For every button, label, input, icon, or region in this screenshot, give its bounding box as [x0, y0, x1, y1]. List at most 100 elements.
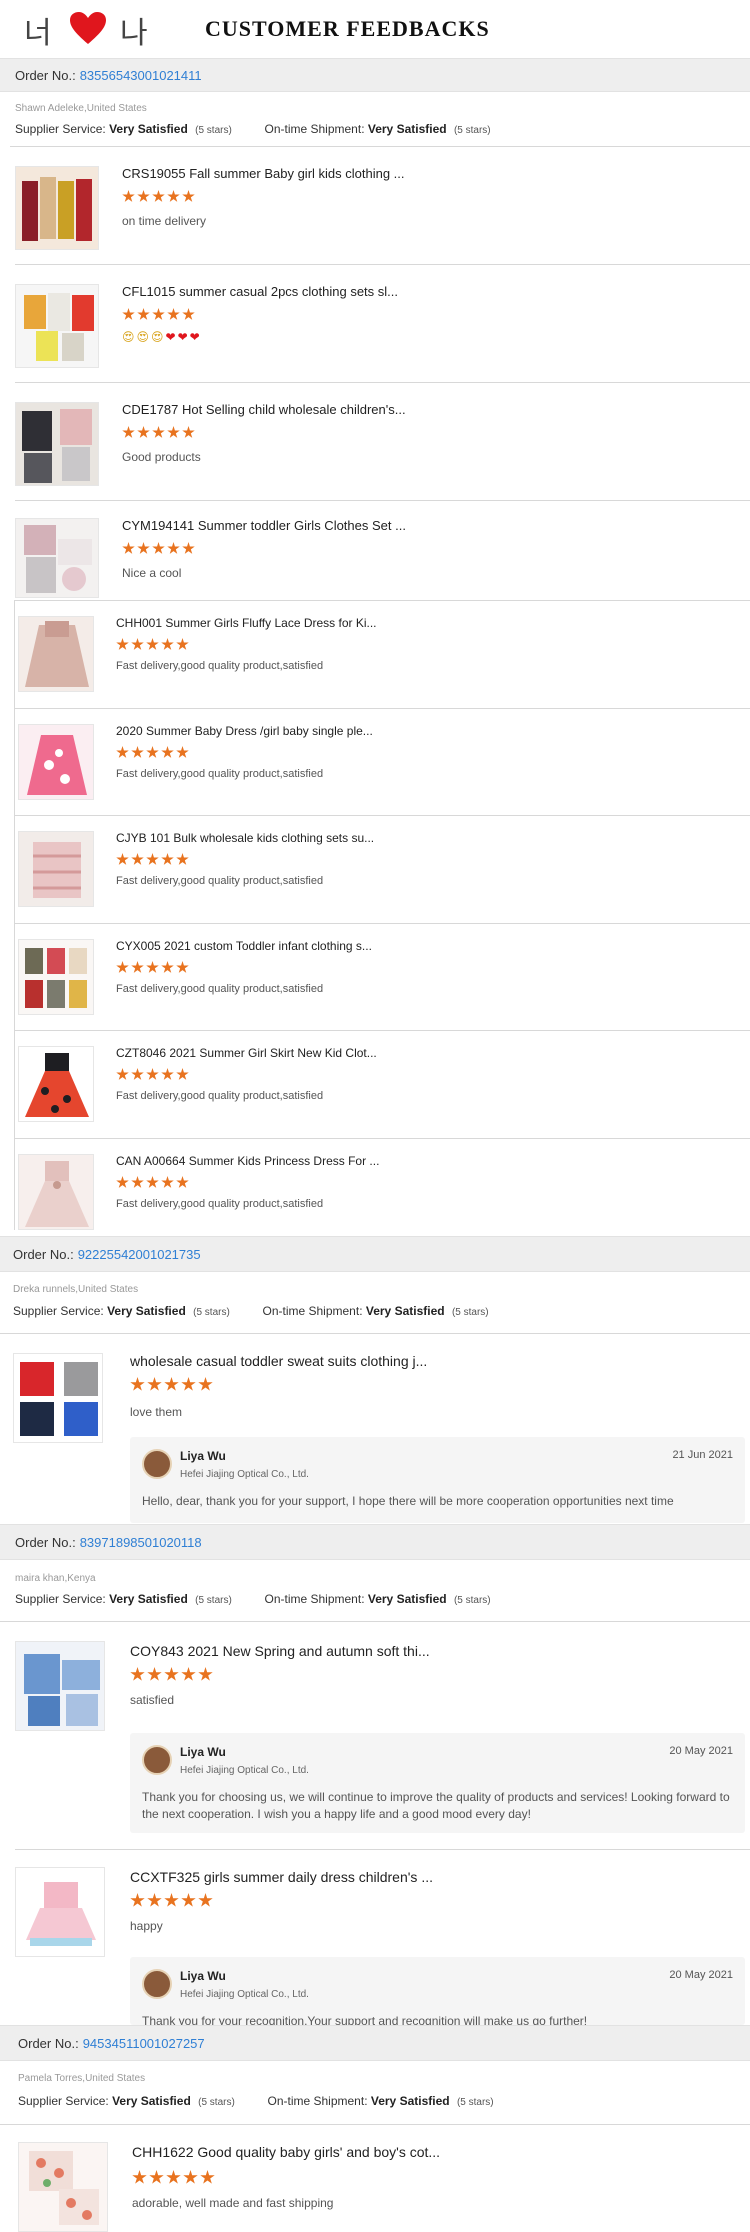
order-number-link[interactable]: 94534511001027257: [83, 2036, 205, 2051]
order-number-link[interactable]: 83971898501020118: [80, 1535, 202, 1550]
star-rating: [130, 1893, 213, 1908]
product-thumbnail[interactable]: [13, 1353, 103, 1443]
supplier-stars-text: (5 stars): [195, 1595, 232, 1606]
product-thumbnail[interactable]: [18, 724, 94, 800]
star-icon: [137, 308, 150, 320]
star-rating: [132, 2170, 215, 2185]
feedback-banner: 너 나 CUSTOMER FEEDBACKS: [0, 0, 750, 58]
product-thumbnail[interactable]: [18, 616, 94, 692]
review-comment: Fast delivery,good quality product,satis…: [116, 768, 324, 780]
star-icon: [167, 426, 180, 438]
reply-company: Hefei Jiajing Optical Co., Ltd.: [180, 1469, 309, 1480]
heart-icon: [70, 12, 106, 44]
product-title[interactable]: COY843 2021 New Spring and autumn soft t…: [130, 1643, 430, 1659]
product-title[interactable]: CHH001 Summer Girls Fluffy Lace Dress fo…: [116, 616, 377, 630]
star-icon: [152, 426, 165, 438]
review-comment: happy: [130, 1919, 163, 1933]
avatar: [142, 1745, 172, 1775]
star-rating: [122, 426, 195, 439]
review-comment: Nice a cool: [122, 566, 182, 580]
star-icon: [131, 853, 144, 865]
star-rating: [116, 853, 189, 866]
product-thumbnail[interactable]: [15, 284, 99, 368]
product-thumbnail[interactable]: [18, 831, 94, 907]
shipment-value: Very Satisfied: [367, 1592, 447, 1606]
star-icon: [176, 1176, 189, 1188]
review-emoji: 😍 😍 😍 ❤ ❤ ❤: [122, 330, 200, 344]
product-title[interactable]: CZT8046 2021 Summer Girl Skirt New Kid C…: [116, 1046, 377, 1060]
order-number-link[interactable]: 83556543001021411: [80, 68, 202, 83]
star-icon: [131, 638, 144, 650]
product-title[interactable]: CFL1015 summer casual 2pcs clothing sets…: [122, 284, 398, 299]
star-icon: [122, 308, 135, 320]
product-title[interactable]: CYX005 2021 custom Toddler infant clothi…: [116, 939, 372, 953]
order-number-link[interactable]: 92225542001021735: [78, 1247, 201, 1262]
clothing-image-icon: [16, 1642, 104, 1730]
star-icon: [167, 190, 180, 202]
product-thumbnail[interactable]: [15, 402, 99, 486]
product-thumbnail[interactable]: [18, 1154, 94, 1230]
shipment-value: Very Satisfied: [365, 1304, 445, 1318]
product-thumbnail[interactable]: [15, 166, 99, 250]
clothing-image-icon: [19, 2143, 107, 2231]
review-item: CJYB 101 Bulk wholesale kids clothing se…: [0, 815, 750, 923]
product-title[interactable]: CAN A00664 Summer Kids Princess Dress Fo…: [116, 1154, 379, 1168]
star-icon: [122, 542, 135, 554]
star-icon: [131, 961, 144, 973]
product-title[interactable]: CHH1622 Good quality baby girls' and boy…: [132, 2144, 440, 2160]
star-icon: [146, 961, 159, 973]
supplier-service-label: Supplier Service:: [13, 1304, 104, 1318]
heart-icon: ❤: [189, 330, 200, 344]
star-rating: [116, 746, 189, 759]
product-title[interactable]: 2020 Summer Baby Dress /girl baby single…: [116, 724, 373, 738]
star-icon: [182, 190, 195, 202]
product-title[interactable]: CYM194141 Summer toddler Girls Clothes S…: [122, 518, 406, 533]
product-thumbnail[interactable]: [18, 1046, 94, 1122]
buyer-name: Shawn Adeleke,United States: [15, 103, 147, 114]
star-icon: [146, 1176, 159, 1188]
star-icon: [161, 853, 174, 865]
product-title[interactable]: CJYB 101 Bulk wholesale kids clothing se…: [116, 831, 374, 845]
product-thumbnail[interactable]: [18, 2142, 108, 2232]
clothing-image-icon: [14, 1354, 102, 1442]
product-title[interactable]: wholesale casual toddler sweat suits clo…: [130, 1353, 427, 1369]
shipment-value: Very Satisfied: [370, 2094, 450, 2108]
product-thumbnail[interactable]: [15, 1641, 105, 1731]
star-icon: [182, 542, 195, 554]
product-title[interactable]: CRS19055 Fall summer Baby girl kids clot…: [122, 166, 405, 181]
star-icon: [176, 853, 189, 865]
buyer-name: maira khan,Kenya: [15, 1573, 96, 1584]
shipment-label: On-time Shipment:: [267, 2094, 368, 2108]
product-title[interactable]: CDE1787 Hot Selling child wholesale chil…: [122, 402, 406, 417]
star-icon: [122, 190, 135, 202]
star-icon: [116, 1176, 129, 1188]
clothing-image-icon: [19, 725, 93, 799]
star-icon: [149, 2170, 164, 2184]
order-header: Order No.: 94534511001027257: [0, 2025, 750, 2061]
star-icon: [137, 542, 150, 554]
order-header: Order No.: 83971898501020118: [0, 1524, 750, 1560]
star-icon: [131, 1068, 144, 1080]
order-label: Order No.:: [15, 1534, 76, 1550]
product-thumbnail[interactable]: [15, 518, 99, 598]
service-ratings: Supplier Service: Very Satisfied (5 star…: [18, 2094, 494, 2108]
star-icon: [146, 746, 159, 758]
star-icon: [164, 1377, 179, 1391]
star-rating: [116, 961, 189, 974]
star-rating: [130, 1377, 213, 1392]
product-thumbnail[interactable]: [18, 939, 94, 1015]
avatar: [142, 1449, 172, 1479]
review-comment: Fast delivery,good quality product,satis…: [116, 1090, 324, 1102]
product-title[interactable]: CCXTF325 girls summer daily dress childr…: [130, 1869, 433, 1885]
star-icon: [130, 1377, 145, 1391]
star-icon: [137, 426, 150, 438]
star-icon: [161, 1068, 174, 1080]
star-rating: [116, 638, 189, 651]
supplier-service-value: Very Satisfied: [107, 1304, 186, 1318]
order-label: Order No.:: [15, 67, 76, 83]
product-thumbnail[interactable]: [15, 1867, 105, 1957]
star-rating: [130, 1667, 213, 1682]
korean-glyph-left: 너: [24, 16, 54, 51]
reply-date: 21 Jun 2021: [672, 1449, 733, 1461]
clothing-image-icon: [16, 519, 98, 597]
